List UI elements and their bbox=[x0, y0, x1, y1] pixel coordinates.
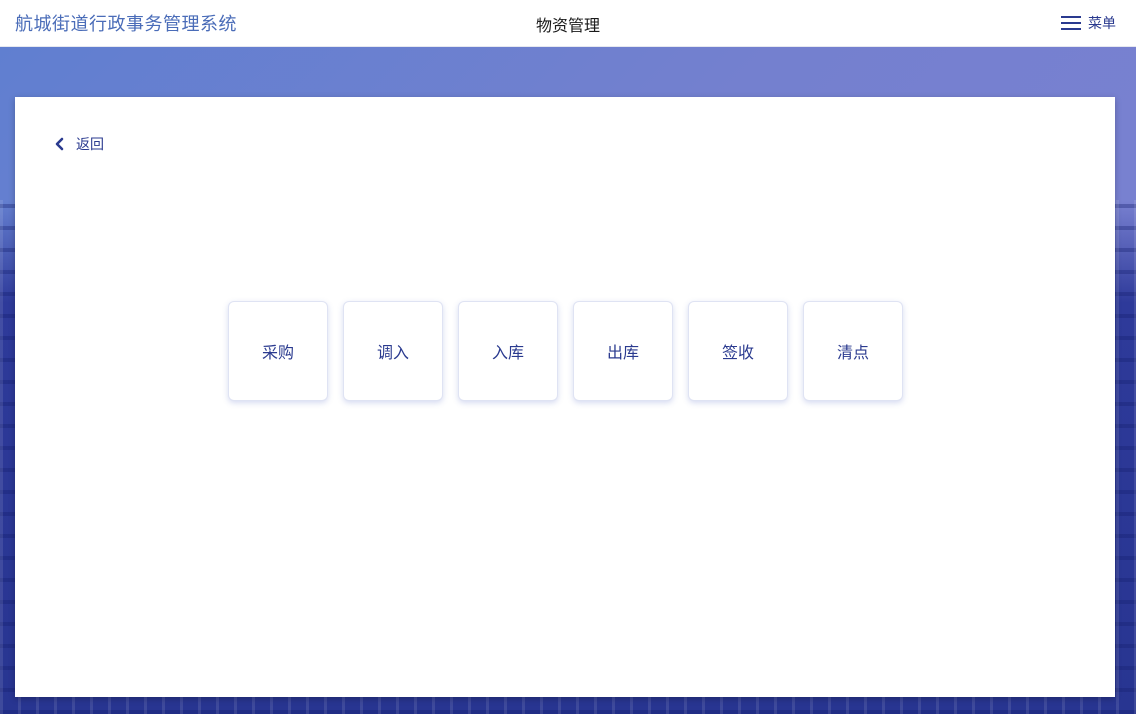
tile-label: 调入 bbox=[376, 343, 409, 362]
page-title: 物资管理 bbox=[535, 16, 600, 35]
tile-stock-in[interactable]: 入库 bbox=[458, 301, 558, 401]
tile-label: 清点 bbox=[836, 343, 869, 362]
tile-purchase[interactable]: 采购 bbox=[228, 301, 328, 401]
tile-label: 出库 bbox=[606, 343, 639, 362]
back-label: 返回 bbox=[76, 137, 104, 153]
tile-label: 入库 bbox=[491, 343, 524, 362]
tile-stock-out[interactable]: 出库 bbox=[573, 301, 673, 401]
menu-button[interactable]: 菜单 bbox=[1061, 11, 1116, 35]
chevron-left-icon bbox=[55, 137, 64, 151]
tile-inventory-count[interactable]: 清点 bbox=[803, 301, 903, 401]
function-tiles: 采购 调入 入库 出库 签收 清点 bbox=[228, 301, 903, 401]
main-panel: 返回 采购 调入 入库 出库 签收 清点 bbox=[15, 97, 1115, 697]
tile-label: 签收 bbox=[721, 343, 754, 362]
tile-label: 采购 bbox=[261, 343, 294, 362]
tile-sign-receipt[interactable]: 签收 bbox=[688, 301, 788, 401]
back-button[interactable]: 返回 bbox=[53, 134, 104, 154]
tile-transfer-in[interactable]: 调入 bbox=[343, 301, 443, 401]
top-header: 航城街道行政事务管理系统 物资管理 菜单 bbox=[0, 0, 1136, 47]
hamburger-icon bbox=[1061, 16, 1081, 30]
menu-label: 菜单 bbox=[1088, 16, 1116, 32]
